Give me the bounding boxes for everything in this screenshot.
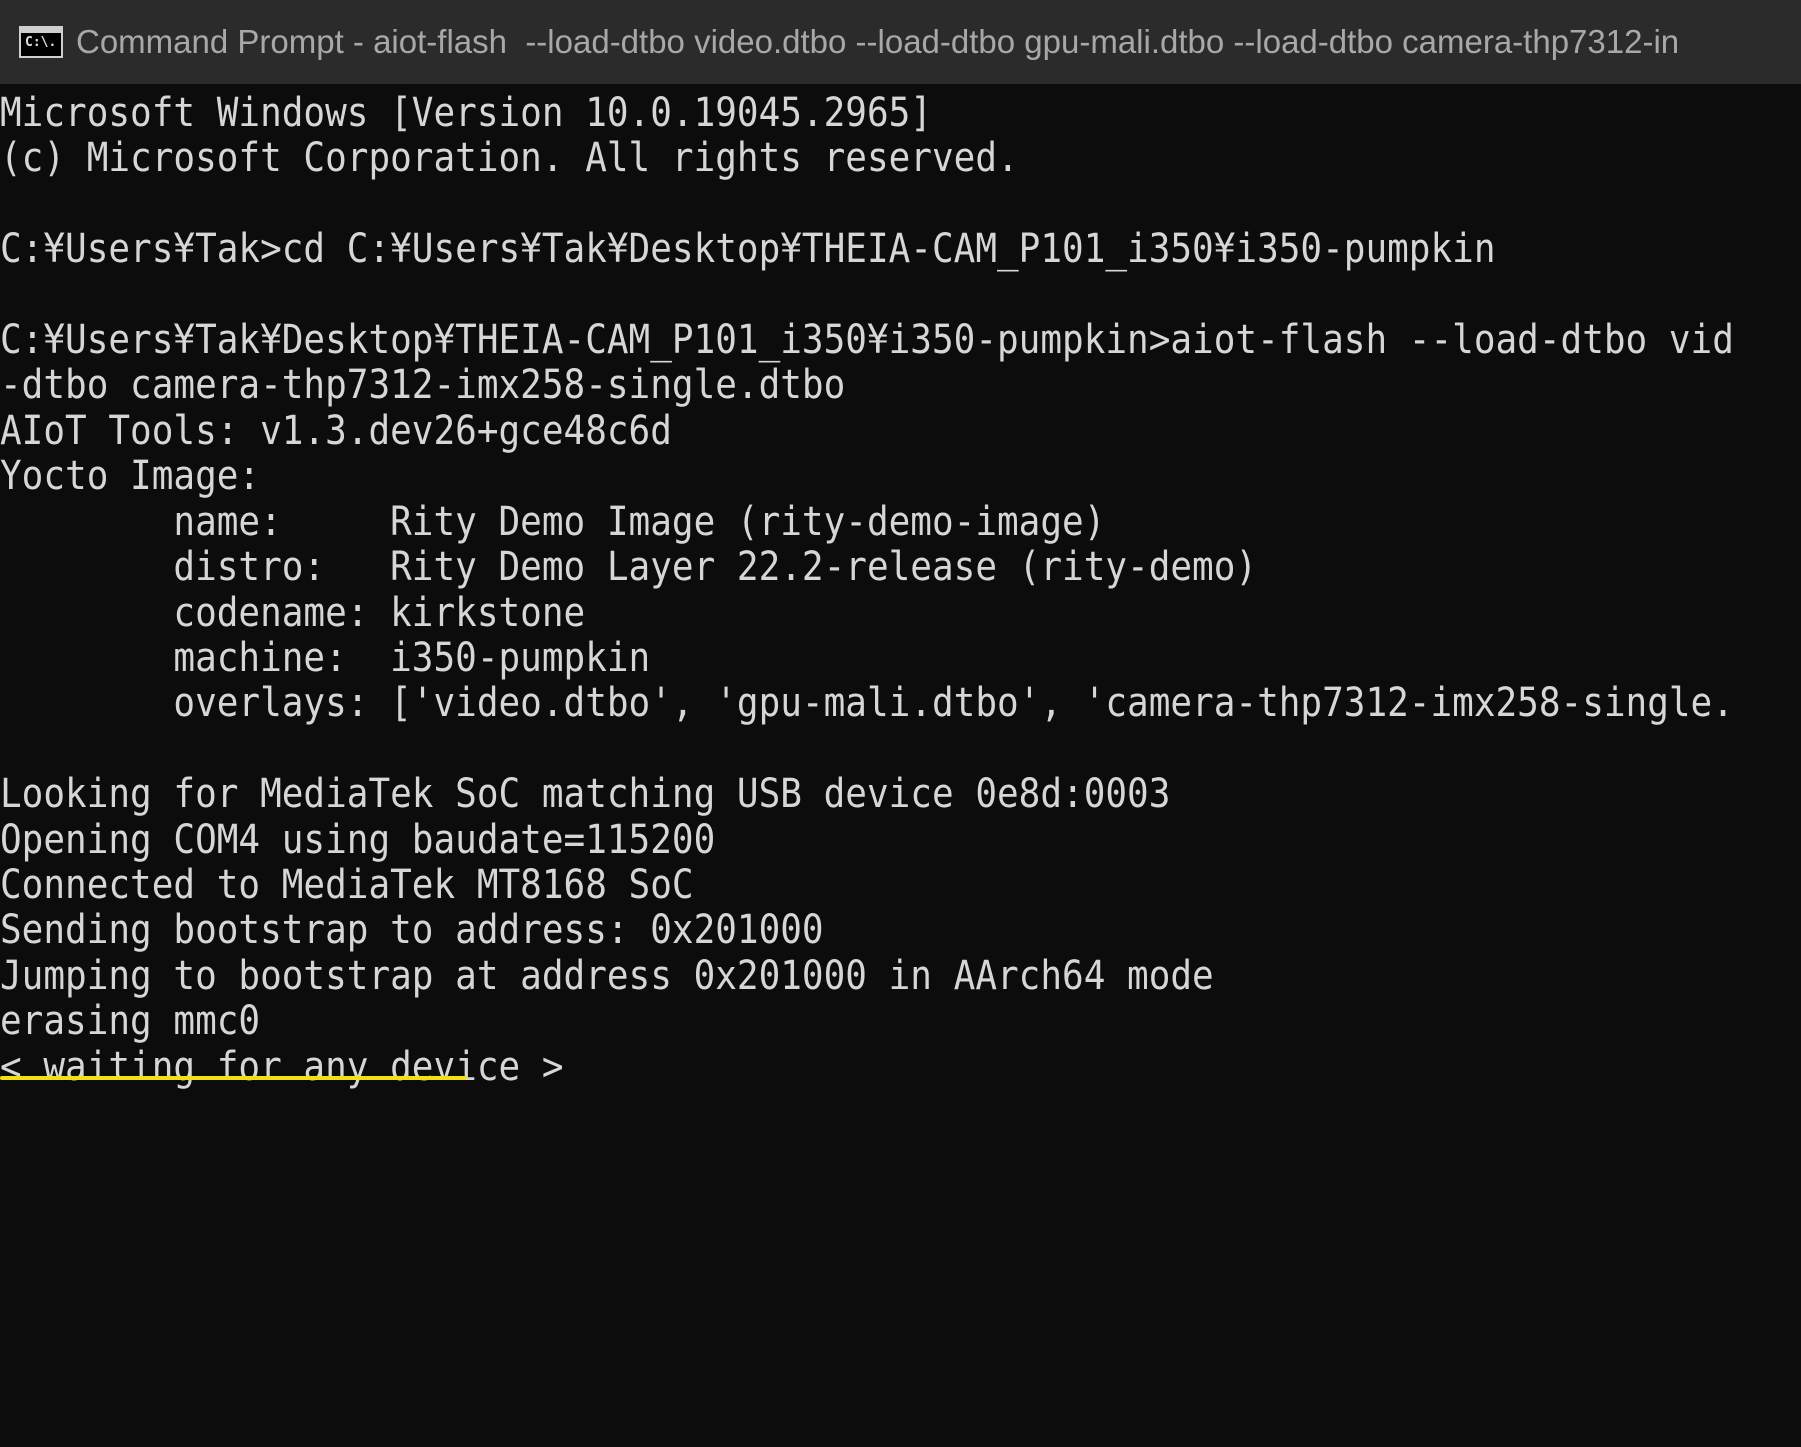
window-title: Command Prompt - aiot-flash --load-dtbo … <box>76 23 1680 60</box>
console-line: machine: i350-pumpkin <box>0 635 651 681</box>
console-line: C:¥Users¥Tak¥Desktop¥THEIA-CAM_P101_i350… <box>0 317 1734 363</box>
console-line-highlighted: Jumping to bootstrap at address 0x201000… <box>0 953 1214 999</box>
console-line: Looking for MediaTek SoC matching USB de… <box>0 771 1171 817</box>
console-line: Yocto Image: <box>0 453 261 499</box>
console-line: < waiting for any device > <box>0 1044 564 1090</box>
console-line: -dtbo camera-thp7312-imx258-single.dtbo <box>0 362 846 408</box>
title-bar[interactable]: C:\. Command Prompt - aiot-flash --load-… <box>0 0 1801 84</box>
console-line: Connected to MediaTek MT8168 SoC <box>0 862 694 908</box>
cmd-icon[interactable]: C:\. <box>19 26 63 58</box>
console-line: codename: kirkstone <box>0 590 586 636</box>
highlight-underline <box>0 1076 467 1080</box>
cmd-icon-glyph: C:\. <box>25 35 57 50</box>
console-line: AIoT Tools: v1.3.dev26+gce48c6d <box>0 408 672 454</box>
console-line: Opening COM4 using baudate=115200 <box>0 817 716 863</box>
command-prompt-window: C:\. Command Prompt - aiot-flash --load-… <box>0 0 1801 1447</box>
console-line: Microsoft Windows [Version 10.0.19045.29… <box>0 90 932 136</box>
console-output[interactable]: Microsoft Windows [Version 10.0.19045.29… <box>0 84 1801 1447</box>
console-line: (c) Microsoft Corporation. All rights re… <box>0 135 1019 181</box>
console-line: Sending bootstrap to address: 0x201000 <box>0 907 824 953</box>
console-line: distro: Rity Demo Layer 22.2-release (ri… <box>0 544 1258 590</box>
console-line: erasing mmc0 <box>0 998 261 1044</box>
console-line: C:¥Users¥Tak>cd C:¥Users¥Tak¥Desktop¥THE… <box>0 226 1496 272</box>
console-line: overlays: ['video.dtbo', 'gpu-mali.dtbo'… <box>0 680 1734 726</box>
console-line: name: Rity Demo Image (rity-demo-image) <box>0 499 1106 545</box>
